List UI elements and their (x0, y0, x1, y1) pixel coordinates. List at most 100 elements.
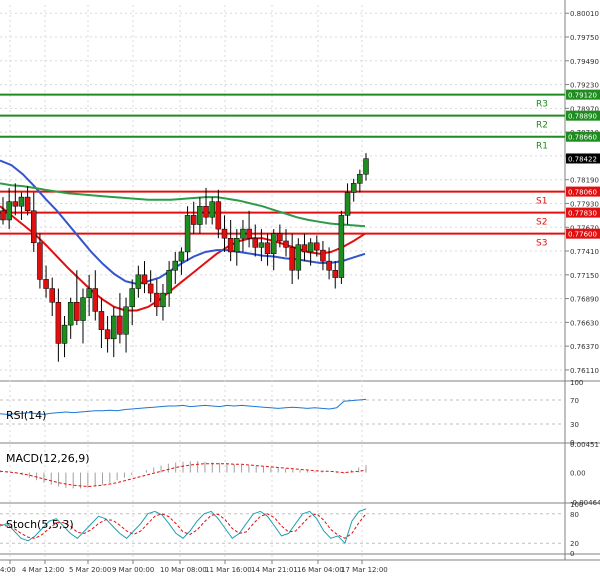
candle-body (166, 269, 172, 294)
candle-body (0, 210, 6, 221)
level-name-label: S1 (536, 197, 547, 207)
time-tick-label: 9 Mar 00:00 (112, 566, 154, 574)
price-tick-label: 0.76890 (570, 296, 599, 304)
candle-body (92, 288, 99, 312)
level-name-label: S2 (536, 218, 547, 228)
candle-body (363, 158, 369, 175)
candle-body (129, 288, 135, 308)
rsi-tick-label: 30 (570, 421, 579, 429)
price-tick-label: 0.79750 (570, 34, 599, 42)
stoch-tick-label: 80 (570, 511, 579, 519)
price-tick-label: 0.78190 (570, 177, 599, 185)
time-tick-label: 17 Mar 12:00 (341, 566, 388, 574)
candle-body (295, 244, 302, 271)
price-tick-label: 0.79230 (570, 82, 599, 90)
candle-body (74, 302, 80, 321)
level-price-label: 0.78060 (568, 189, 597, 197)
rsi-tick-label: 70 (570, 397, 579, 405)
level-name-label: R1 (536, 142, 548, 152)
candle-body (43, 279, 49, 289)
candle-body (154, 292, 160, 308)
current-price-label: 0.78422 (568, 155, 597, 163)
candle-body (104, 329, 111, 340)
candle-body (147, 283, 154, 294)
candle-body (110, 315, 117, 340)
macd-tick-label: 0.00451 (570, 441, 599, 449)
candle-body (203, 205, 209, 218)
time-tick-label: 5 Mar 20:00 (69, 566, 111, 574)
candle-body (215, 201, 222, 230)
candle-body (37, 242, 43, 280)
candle-body (301, 244, 308, 253)
candle-body (234, 237, 240, 253)
candle-body (31, 210, 37, 244)
candle-body (178, 251, 185, 262)
candle-body (289, 247, 295, 271)
candle-body (55, 302, 62, 344)
time-tick-label: 4 Mar 12:00 (22, 566, 64, 574)
candle-body (227, 237, 234, 253)
candle-body (240, 228, 246, 239)
price-tick-label: 0.77930 (570, 200, 599, 208)
time-tick-label: 11 Mar 16:00 (205, 566, 252, 574)
candle-body (209, 201, 215, 218)
stoch-label: Stoch(5,5,3) (6, 518, 74, 531)
candle-body (80, 297, 86, 321)
candle-body (258, 242, 265, 248)
candle-body (67, 302, 74, 326)
candle-body (332, 269, 338, 278)
stoch-tick-label: 0 (570, 550, 574, 558)
candle-body (123, 306, 129, 335)
macd-label: MACD(12,26,9) (6, 452, 90, 465)
candle-body (6, 201, 12, 221)
price-tick-label: 0.76370 (570, 343, 599, 351)
candle-body (160, 292, 166, 308)
time-tick-label: 14 Mar 21:01 (251, 566, 298, 574)
candle-body (246, 228, 252, 239)
candle-body (252, 237, 259, 248)
candle-body (12, 201, 19, 207)
level-price-label: 0.77600 (568, 231, 597, 239)
candle-body (184, 215, 191, 253)
candle-body (344, 192, 351, 216)
level-price-label: 0.79120 (568, 92, 597, 100)
rsi-label: RSI(14) (6, 409, 46, 422)
candle-body (141, 274, 148, 285)
price-tick-label: 0.79490 (570, 58, 599, 66)
candle-body (61, 324, 68, 344)
macd-tick-label: 0.00 (570, 470, 586, 478)
candle-body (197, 205, 203, 225)
candle-body (172, 260, 179, 271)
candle-body (264, 242, 271, 255)
rsi-tick-label: 100 (570, 379, 583, 387)
candle-body (338, 215, 345, 278)
candle-body (24, 196, 31, 212)
price-tick-label: 0.76630 (570, 319, 599, 327)
price-tick-label: 0.77410 (570, 248, 599, 256)
candle-body (221, 228, 228, 239)
candle-body (350, 183, 357, 193)
candle-body (277, 233, 283, 242)
time-tick-label: 16 Mar 04:00 (297, 566, 344, 574)
price-tick-label: 0.76110 (570, 367, 599, 375)
time-tick-label: 10 Mar 08:00 (160, 566, 207, 574)
level-price-label: 0.78890 (568, 113, 597, 121)
candle-body (117, 315, 123, 335)
price-chart[interactable]: 0.800100.797500.794900.792300.789700.787… (0, 0, 600, 582)
candle-body (98, 311, 105, 330)
price-tick-label: 0.80010 (570, 10, 599, 18)
stoch-tick-label: 100 (570, 501, 583, 509)
level-name-label: R3 (536, 100, 548, 110)
candle-body (320, 249, 326, 262)
candle-body (326, 260, 332, 271)
candle-body (307, 242, 314, 253)
chart-window: 0.800100.797500.794900.792300.789700.787… (0, 0, 600, 582)
level-price-label: 0.78660 (568, 134, 597, 142)
level-name-label: R2 (536, 121, 548, 131)
level-price-label: 0.77830 (568, 210, 597, 218)
candle-body (314, 242, 320, 251)
time-tick-label: 4:00 (0, 566, 16, 574)
price-tick-label: 0.77150 (570, 272, 599, 280)
candle-body (357, 173, 363, 184)
candle-body (49, 288, 55, 303)
